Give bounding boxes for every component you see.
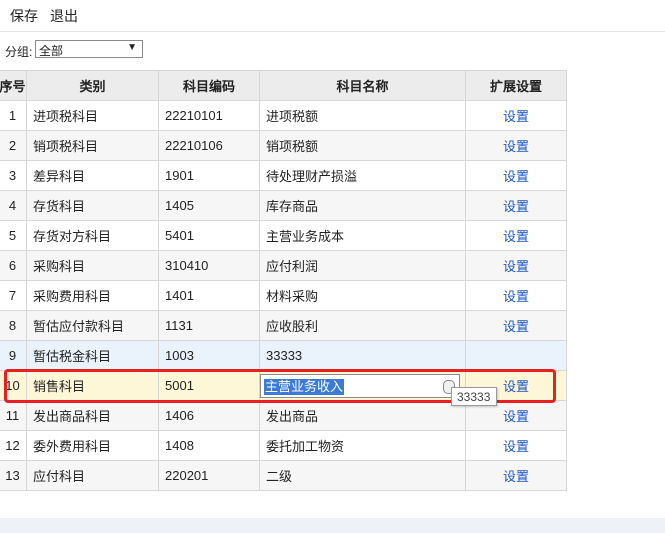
setting-link[interactable]: 设置 (503, 199, 529, 214)
row-code: 310410 (158, 250, 260, 281)
dropdown-arrow-icon: ▼ (127, 42, 137, 53)
row-name[interactable]: 销项税额 (259, 130, 466, 161)
row-code: 220201 (158, 460, 260, 491)
row-idx: 2 (0, 130, 27, 161)
row-category: 进项税科目 (26, 100, 159, 131)
table-row[interactable]: 6 采购科目 310410 应付利润 设置 (0, 250, 567, 281)
table-header: 序号 类别 科目编码 科目名称 扩展设置 (0, 70, 567, 101)
setting-link[interactable]: 设置 (503, 379, 529, 394)
row-category: 存货科目 (26, 190, 159, 221)
table-row[interactable]: 13 应付科目 220201 二级 设置 (0, 460, 567, 491)
row-category: 销售科目 (26, 370, 159, 401)
group-select[interactable]: 全部 ▼ (35, 40, 143, 58)
setting-link[interactable]: 设置 (503, 319, 529, 334)
row-idx: 12 (0, 430, 27, 461)
row-idx: 3 (0, 160, 27, 191)
table-row[interactable]: 4 存货科目 1405 库存商品 设置 (0, 190, 567, 221)
table-row[interactable]: 9 暂估税金科目 1003 33333 (0, 340, 567, 371)
subject-name-input[interactable]: 主营业务收入 (260, 373, 460, 398)
setting-link[interactable]: 设置 (503, 439, 529, 454)
group-label: 分组: (5, 45, 33, 59)
table-row[interactable]: 5 存货对方科目 5401 主营业务成本 设置 (0, 220, 567, 251)
exit-button[interactable]: 退出 (50, 6, 78, 26)
subject-table: 序号 类别 科目编码 科目名称 扩展设置 1 进项税科目 22210101 进项… (0, 70, 567, 491)
row-name[interactable]: 33333 (259, 340, 466, 371)
row-idx: 4 (0, 190, 27, 221)
row-category: 差异科目 (26, 160, 159, 191)
row-category: 采购费用科目 (26, 280, 159, 311)
row-name[interactable]: 主营业务成本 (259, 220, 466, 251)
row-name[interactable]: 发出商品 (259, 400, 466, 431)
row-name[interactable]: 材料采购 (259, 280, 466, 311)
table-row[interactable]: 3 差异科目 1901 待处理财产损溢 设置 (0, 160, 567, 191)
filter-bar: 分组: 全部 ▼ (0, 32, 665, 68)
header-setting: 扩展设置 (465, 70, 567, 101)
table-row[interactable]: 2 销项税科目 22210106 销项税额 设置 (0, 130, 567, 161)
header-code: 科目编码 (158, 70, 260, 101)
row-idx: 6 (0, 250, 27, 281)
row-category: 销项税科目 (26, 130, 159, 161)
row-code: 1901 (158, 160, 260, 191)
row-category: 应付科目 (26, 460, 159, 491)
row-idx: 11 (0, 400, 27, 431)
row-code: 5001 (158, 370, 260, 401)
setting-link[interactable]: 设置 (503, 469, 529, 484)
row-name[interactable]: 委托加工物资 (259, 430, 466, 461)
table-row[interactable]: 12 委外费用科目 1408 委托加工物资 设置 (0, 430, 567, 461)
table-row[interactable]: 8 暂估应付款科目 1131 应收股利 设置 (0, 310, 567, 341)
setting-link[interactable]: 设置 (503, 289, 529, 304)
table-row[interactable]: 1 进项税科目 22210101 进项税额 设置 (0, 100, 567, 131)
row-code: 1401 (158, 280, 260, 311)
setting-link[interactable]: 设置 (503, 409, 529, 424)
row-name[interactable]: 待处理财产损溢 (259, 160, 466, 191)
row-name[interactable]: 应付利润 (259, 250, 466, 281)
row-name-cell[interactable]: 主营业务收入 (259, 370, 466, 401)
row-code: 1405 (158, 190, 260, 221)
row-code: 1406 (158, 400, 260, 431)
row-idx: 8 (0, 310, 27, 341)
row-code: 1408 (158, 430, 260, 461)
row-category: 暂估应付款科目 (26, 310, 159, 341)
row-name[interactable]: 库存商品 (259, 190, 466, 221)
setting-link[interactable]: 设置 (503, 259, 529, 274)
row-idx: 7 (0, 280, 27, 311)
setting-link[interactable]: 设置 (503, 139, 529, 154)
row-code: 1131 (158, 310, 260, 341)
setting-link[interactable]: 设置 (503, 109, 529, 124)
row-idx: 13 (0, 460, 27, 491)
row-name[interactable]: 二级 (259, 460, 466, 491)
row-category: 采购科目 (26, 250, 159, 281)
bottom-bar (0, 518, 665, 533)
row-category: 委外费用科目 (26, 430, 159, 461)
selected-text: 主营业务收入 (264, 378, 345, 395)
autocomplete-tooltip[interactable]: 33333 (451, 387, 497, 406)
row-idx: 1 (0, 100, 27, 131)
row-code: 22210101 (158, 100, 260, 131)
row-name[interactable]: 进项税额 (259, 100, 466, 131)
row-category: 发出商品科目 (26, 400, 159, 431)
group-select-value: 全部 (39, 44, 64, 58)
row-name[interactable]: 应收股利 (259, 310, 466, 341)
row-category: 暂估税金科目 (26, 340, 159, 371)
setting-link[interactable]: 设置 (503, 229, 529, 244)
row-code: 1003 (158, 340, 260, 371)
row-idx: 5 (0, 220, 27, 251)
row-category: 存货对方科目 (26, 220, 159, 251)
table-row[interactable]: 7 采购费用科目 1401 材料采购 设置 (0, 280, 567, 311)
save-button[interactable]: 保存 (10, 6, 38, 26)
row-idx: 9 (0, 340, 27, 371)
row-idx: 10 (0, 370, 27, 401)
setting-link[interactable]: 设置 (503, 169, 529, 184)
row-code: 5401 (158, 220, 260, 251)
toolbar: 保存 退出 (0, 0, 665, 32)
header-name: 科目名称 (259, 70, 466, 101)
header-category: 类别 (26, 70, 159, 101)
row-code: 22210106 (158, 130, 260, 161)
header-idx: 序号 (0, 70, 27, 101)
